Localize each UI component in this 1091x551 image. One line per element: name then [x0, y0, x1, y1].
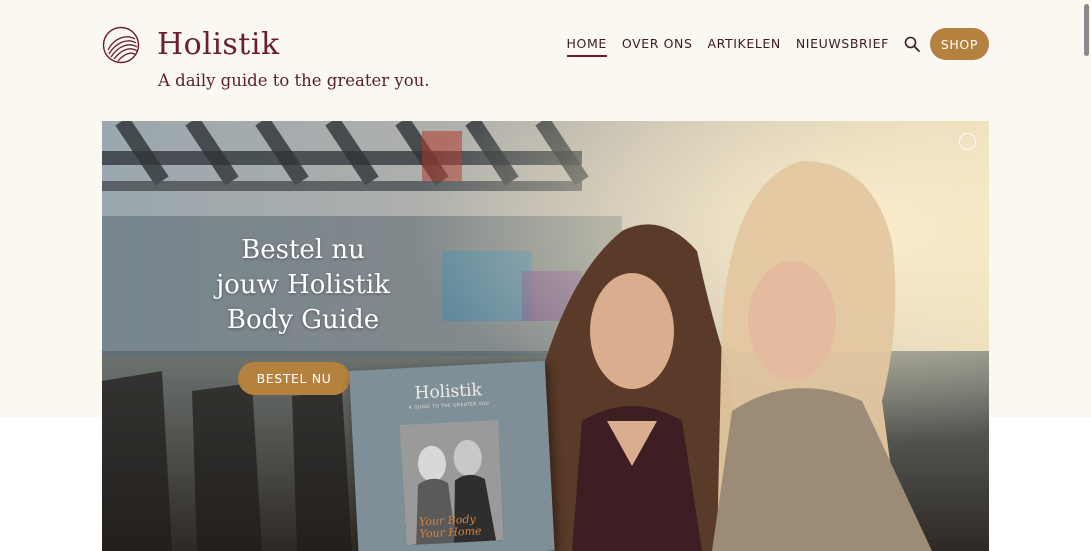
- magazine-cover-text: Your Body Your Home: [419, 513, 482, 541]
- magazine-cover: Holistik A GUIDE TO THE GREATER YOU Your…: [349, 360, 555, 551]
- hero-heading-line: Bestel nu: [241, 235, 365, 265]
- logo-icon[interactable]: [102, 26, 140, 64]
- nav-item-home[interactable]: HOME: [566, 28, 608, 60]
- tagline: A daily guide to the greater you.: [158, 71, 430, 90]
- shop-button[interactable]: SHOP: [929, 28, 989, 60]
- hero-banner: Bestel nu jouw Holistik Body Guide BESTE…: [102, 121, 989, 551]
- magazine-photo: Your Body Your Home: [399, 420, 505, 546]
- nav-item-nieuwsbrief[interactable]: NIEUWSBRIEF: [796, 28, 889, 60]
- slider-dot[interactable]: [959, 133, 976, 150]
- hero-heading-line: jouw Holistik: [216, 270, 390, 300]
- main-nav: HOME OVER ONS ARTIKELEN NIEUWSBRIEF SHOP: [566, 28, 989, 60]
- site-header: Holistik A daily guide to the greater yo…: [0, 0, 1091, 110]
- nav-item-artikelen[interactable]: ARTIKELEN: [708, 28, 781, 60]
- search-icon[interactable]: [904, 36, 920, 52]
- hero-heading-line: Body Guide: [226, 305, 380, 335]
- logo-text[interactable]: Holistik: [157, 26, 280, 64]
- nav-item-over-ons[interactable]: OVER ONS: [622, 28, 693, 60]
- hero-heading: Bestel nu jouw Holistik Body Guide: [197, 233, 409, 338]
- order-now-button[interactable]: BESTEL NU: [238, 362, 350, 395]
